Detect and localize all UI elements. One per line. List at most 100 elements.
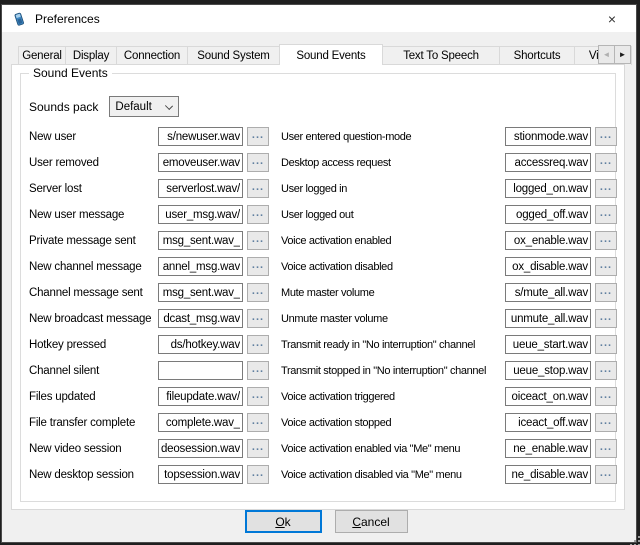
sound-event-label: New channel message — [29, 261, 158, 273]
tab-5[interactable]: Text To Speech — [382, 46, 500, 65]
sound-event-label: New desktop session — [29, 469, 158, 481]
sound-file-input[interactable] — [158, 127, 243, 146]
sound-file-input[interactable] — [158, 439, 243, 458]
sound-file-input[interactable] — [505, 231, 591, 250]
sound-event-row: Private message sent ... — [29, 231, 269, 250]
sound-file-input[interactable] — [505, 465, 591, 484]
sound-event-label: Transmit stopped in "No interruption" ch… — [281, 365, 505, 377]
sound-file-input[interactable] — [158, 387, 243, 406]
sound-events-right-column: User entered question-mode ... Desktop a… — [281, 127, 617, 491]
sound-file-input[interactable] — [505, 257, 591, 276]
sound-event-label: Files updated — [29, 391, 158, 403]
sound-file-input[interactable] — [505, 127, 591, 146]
browse-button[interactable]: ... — [247, 179, 269, 198]
sound-file-input[interactable] — [158, 153, 243, 172]
browse-button[interactable]: ... — [247, 257, 269, 276]
sound-event-label: Unmute master volume — [281, 313, 505, 325]
cancel-button[interactable]: Cancel — [335, 510, 408, 533]
browse-button[interactable]: ... — [595, 439, 617, 458]
tab-2[interactable]: Connection — [116, 46, 188, 65]
browse-button[interactable]: ... — [595, 387, 617, 406]
sound-event-row: New user ... — [29, 127, 269, 146]
sound-file-input[interactable] — [158, 465, 243, 484]
sound-file-input[interactable] — [505, 153, 591, 172]
sound-event-row: New desktop session ... — [29, 465, 269, 484]
browse-button[interactable]: ... — [247, 439, 269, 458]
tab-3[interactable]: Sound System — [187, 46, 280, 65]
browse-button[interactable]: ... — [595, 205, 617, 224]
sound-event-label: User logged in — [281, 183, 505, 195]
ok-button[interactable]: Ok — [245, 510, 322, 533]
sound-event-label: Voice activation disabled — [281, 261, 505, 273]
sounds-pack-value: Default — [115, 101, 151, 113]
browse-button[interactable]: ... — [247, 231, 269, 250]
tab-1[interactable]: Display — [65, 46, 117, 65]
browse-button[interactable]: ... — [595, 413, 617, 432]
browse-button[interactable]: ... — [595, 361, 617, 380]
browse-button[interactable]: ... — [247, 283, 269, 302]
browse-button[interactable]: ... — [595, 335, 617, 354]
sound-event-label: User entered question-mode — [281, 131, 505, 143]
sounds-pack-select[interactable]: Default — [109, 96, 179, 117]
tab-0[interactable]: General — [18, 46, 66, 65]
sound-event-label: New broadcast message — [29, 313, 158, 325]
browse-button[interactable]: ... — [247, 361, 269, 380]
sound-event-label: New video session — [29, 443, 158, 455]
browse-button[interactable]: ... — [595, 153, 617, 172]
tab-scroll-left-icon[interactable]: ◄ — [598, 45, 615, 64]
sound-file-input[interactable] — [158, 205, 243, 224]
browse-button[interactable]: ... — [247, 387, 269, 406]
preferences-dialog: Preferences × General Display Connection… — [1, 4, 637, 543]
sound-file-input[interactable] — [158, 413, 243, 432]
sound-event-label: Channel silent — [29, 365, 158, 377]
sound-file-input[interactable] — [505, 205, 591, 224]
sound-event-row: Voice activation enabled via "Me" menu .… — [281, 439, 617, 458]
browse-button[interactable]: ... — [247, 335, 269, 354]
sound-event-row: New user message ... — [29, 205, 269, 224]
resize-grip[interactable] — [630, 536, 632, 538]
tab-4[interactable]: Sound Events — [279, 44, 383, 65]
sound-event-row: Voice activation triggered ... — [281, 387, 617, 406]
sound-event-row: User removed ... — [29, 153, 269, 172]
sound-file-input[interactable] — [158, 231, 243, 250]
browse-button[interactable]: ... — [595, 309, 617, 328]
sound-file-input[interactable] — [505, 361, 591, 380]
browse-button[interactable]: ... — [595, 283, 617, 302]
sound-file-input[interactable] — [158, 179, 243, 198]
close-icon[interactable]: × — [602, 9, 622, 29]
sound-event-row: User entered question-mode ... — [281, 127, 617, 146]
browse-button[interactable]: ... — [595, 231, 617, 250]
browse-button[interactable]: ... — [595, 127, 617, 146]
sound-file-input[interactable] — [505, 335, 591, 354]
browse-button[interactable]: ... — [247, 127, 269, 146]
sound-file-input[interactable] — [505, 309, 591, 328]
browse-button[interactable]: ... — [595, 257, 617, 276]
sound-event-label: Private message sent — [29, 235, 158, 247]
browse-button[interactable]: ... — [247, 413, 269, 432]
tab-scrollers: ◄ ► — [598, 45, 631, 64]
sound-event-row: Transmit stopped in "No interruption" ch… — [281, 361, 617, 380]
sound-event-row: Voice activation disabled ... — [281, 257, 617, 276]
sound-file-input[interactable] — [158, 361, 243, 380]
browse-button[interactable]: ... — [247, 465, 269, 484]
browse-button[interactable]: ... — [247, 205, 269, 224]
ok-button-label: Ok — [275, 515, 290, 529]
sound-file-input[interactable] — [158, 257, 243, 276]
sound-file-input[interactable] — [505, 387, 591, 406]
sound-event-label: Voice activation triggered — [281, 391, 505, 403]
browse-button[interactable]: ... — [595, 465, 617, 484]
sound-file-input[interactable] — [158, 335, 243, 354]
sound-file-input[interactable] — [505, 439, 591, 458]
sound-file-input[interactable] — [505, 283, 591, 302]
tab-scroll-right-icon[interactable]: ► — [614, 45, 631, 64]
sound-event-row: Server lost ... — [29, 179, 269, 198]
sound-event-row: Voice activation enabled ... — [281, 231, 617, 250]
sound-file-input[interactable] — [158, 309, 243, 328]
tab-6[interactable]: Shortcuts — [499, 46, 575, 65]
sound-file-input[interactable] — [158, 283, 243, 302]
browse-button[interactable]: ... — [247, 309, 269, 328]
sound-file-input[interactable] — [505, 413, 591, 432]
browse-button[interactable]: ... — [247, 153, 269, 172]
sound-file-input[interactable] — [505, 179, 591, 198]
browse-button[interactable]: ... — [595, 179, 617, 198]
